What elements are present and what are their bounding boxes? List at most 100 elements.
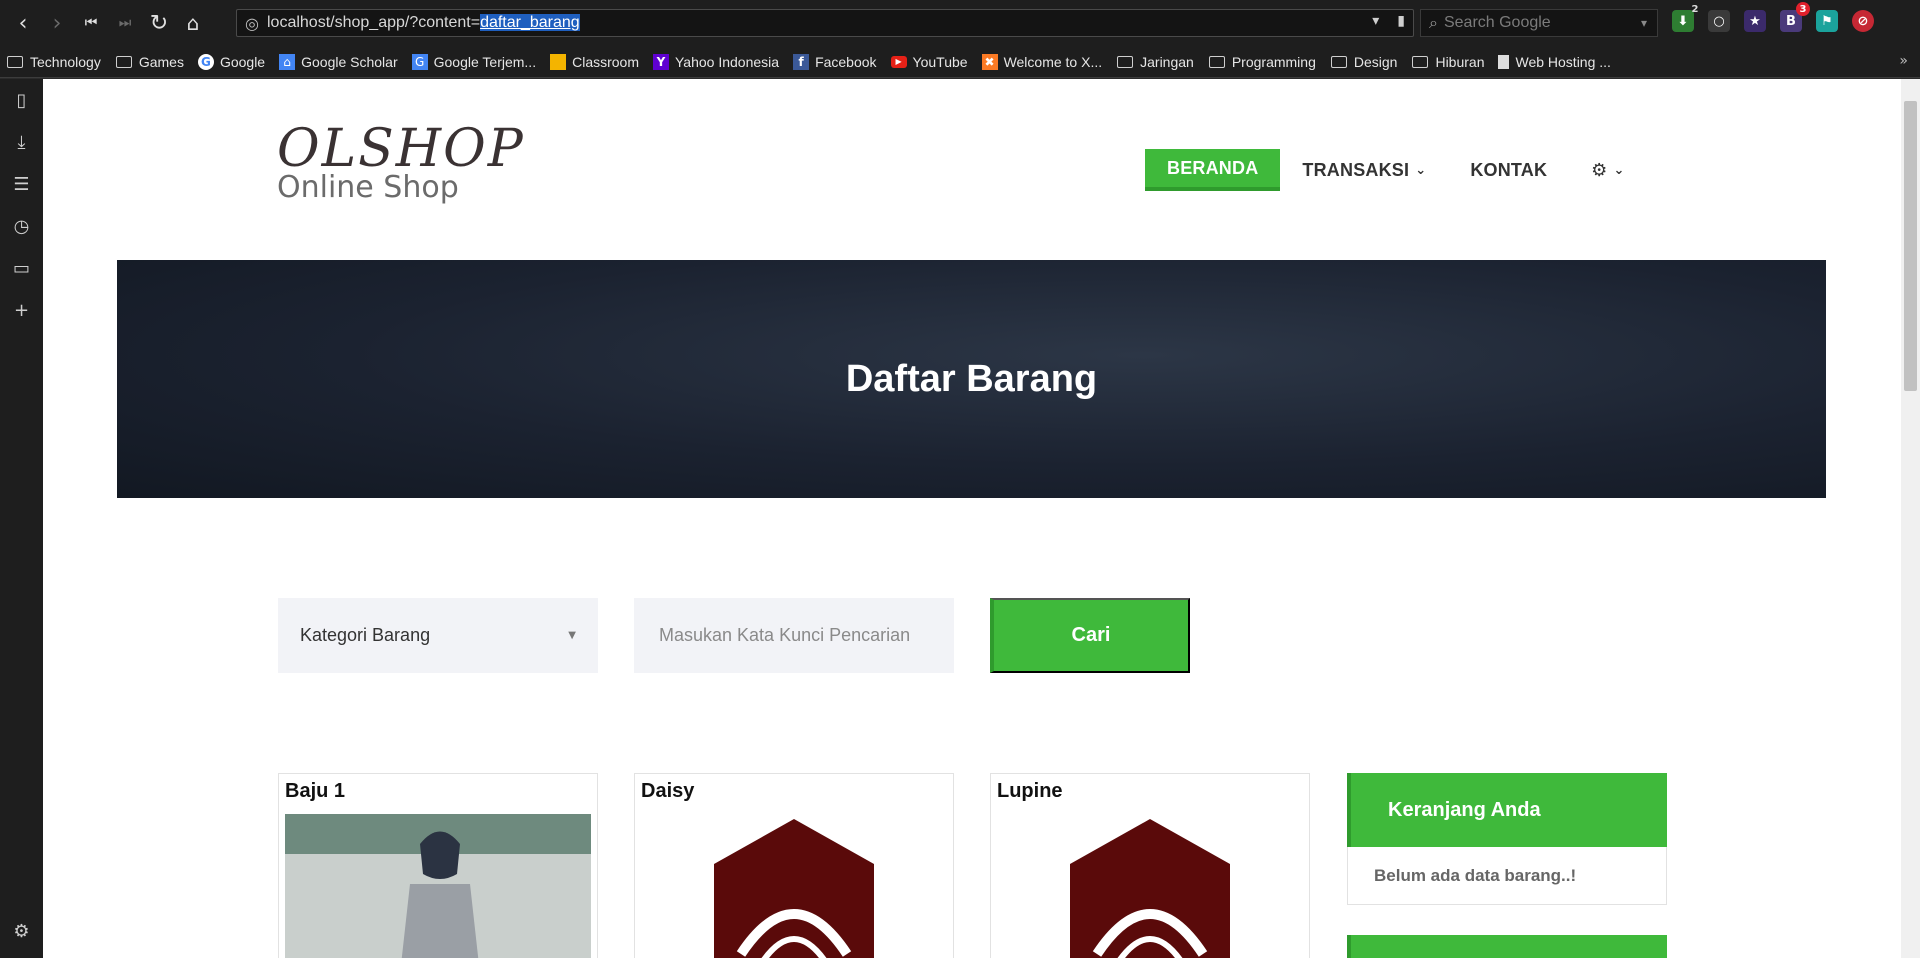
bookmark-games[interactable]: Games [115,54,184,70]
bookmark-jaringan[interactable]: Jaringan [1116,54,1194,70]
yahoo-icon: Y [653,53,669,70]
folder-icon [1208,54,1226,70]
bookmark-page-icon[interactable]: ▮ [1397,13,1405,29]
bookmark-programming[interactable]: Programming [1208,54,1316,70]
search-engine-chevron-icon[interactable]: ▾ [1641,16,1647,30]
twitch-extension-icon[interactable]: ★ [1744,10,1766,32]
add-panel-icon[interactable]: + [0,289,43,331]
url-text: localhost/shop_app/?content=daftar_baran… [267,14,580,32]
forward-icon[interactable]: › [40,6,74,40]
keyword-search-input[interactable] [634,598,954,673]
chevron-down-icon: ⌄ [1613,162,1625,178]
bookmark-label: Yahoo Indonesia [675,53,780,70]
bookmark-label: Welcome to X... [1003,53,1103,70]
download-badge: 2 [1691,3,1699,15]
bookmark-web-hosting[interactable]: Web Hosting ... [1498,53,1611,70]
dropdown-icon[interactable]: ▾ [1372,13,1379,29]
product-image[interactable] [285,814,591,958]
downloads-panel-icon[interactable]: ⤓ [0,121,43,163]
bookmark-label: Google Terjem... [433,53,537,70]
nav-transaksi[interactable]: TRANSAKSI ⌄ [1280,149,1448,191]
category-select[interactable]: Kategori Barang ▼ [278,598,598,673]
bookmark-design[interactable]: Design [1330,54,1397,70]
folder-icon [1330,54,1348,70]
bookmarks-panel-icon[interactable]: ▯ [0,79,43,121]
bookmark-technology[interactable]: Technology [6,54,101,70]
google-icon: G [197,53,214,70]
bookmark-hiburan[interactable]: Hiburan [1411,54,1484,70]
history-panel-icon[interactable]: ◷ [0,205,43,247]
bookmark-google-scholar[interactable]: ⌂ Google Scholar [279,53,398,70]
facebook-icon: f [793,53,810,70]
download-extension-icon[interactable]: ⬇ 2 [1672,4,1698,32]
product-image[interactable] [997,814,1303,958]
back-icon[interactable]: ‹ [6,6,40,40]
window-panel-icon[interactable]: ▭ [0,247,43,289]
bookmark-google-translate[interactable]: G Google Terjem... [411,53,537,70]
chevron-down-icon: ⌄ [1415,162,1427,178]
more-bookmarks-icon[interactable]: » [1899,53,1908,69]
nav-beranda[interactable]: BERANDA [1145,149,1281,191]
translate-icon: G [411,53,428,70]
bookmark-label: YouTube [912,53,968,70]
site-info-icon[interactable]: ◎ [237,14,267,33]
settings-gear-icon[interactable]: ⚙ [0,910,43,952]
bookmark-label: Hiburan [1435,53,1485,70]
b-extension-icon[interactable]: B3 [1780,2,1810,32]
nav-kontak[interactable]: KONTAK [1448,149,1569,191]
cart-empty-message: Belum ada data barang..! [1347,847,1667,905]
first-page-icon[interactable]: ⏮ [74,6,108,40]
search-icon: ⌕ [1429,13,1438,32]
product-name: Lupine [997,780,1063,802]
home-icon[interactable]: ⌂ [176,6,210,40]
blocker-extension-icon[interactable]: ⊘ [1852,10,1874,32]
page-icon [1498,54,1510,69]
folder-icon [115,54,133,70]
product-card[interactable]: Baju 1 [278,773,598,958]
product-name: Daisy [641,780,695,802]
search-google-placeholder: Search Google [1443,14,1551,31]
page-title: Daftar Barang [845,357,1098,400]
url-selected: daftar_barang [480,14,580,31]
address-bar[interactable]: ◎ localhost/shop_app/?content=daftar_bar… [236,9,1414,37]
bookmark-label: Programming [1231,53,1316,70]
last-page-icon[interactable]: ⏭ [108,6,142,40]
bookmark-youtube[interactable]: ▶ YouTube [890,53,968,70]
product-image[interactable] [641,814,947,958]
bookmark-yahoo[interactable]: Y Yahoo Indonesia [653,53,780,70]
browser-toolbar: ‹ › ⏮ ⏭ ↻ ⌂ ◎ localhost/shop_app/?conten… [0,0,1920,46]
classroom-icon [550,53,567,70]
product-card[interactable]: Daisy [634,773,954,958]
bookmark-label: Web Hosting ... [1515,53,1611,70]
search-button[interactable]: Cari [990,598,1190,673]
site-logo[interactable]: OLSHOP Online Shop [277,123,537,203]
youtube-icon: ▶ [890,55,907,68]
bookmark-label: Facebook [815,53,877,70]
reload-icon[interactable]: ↻ [142,6,176,40]
hero-banner: Daftar Barang [117,260,1826,498]
bookmark-label: Games [138,53,184,70]
bookmark-facebook[interactable]: f Facebook [793,53,877,70]
lightbulb-extension-icon[interactable]: ○ [1708,10,1730,32]
search-google-box[interactable]: ⌕ Search Google ▾ [1420,9,1658,37]
bookmark-google[interactable]: G Google [197,53,266,70]
xampp-icon: ✖ [981,53,998,70]
bookmark-xampp[interactable]: ✖ Welcome to X... [981,53,1103,70]
b-extension-badge: 3 [1796,2,1810,16]
select-arrow-icon: ▼ [568,630,576,641]
bookmark-label: Jaringan [1140,53,1194,70]
extension-icons: ⬇ 2 ○ ★ B3 ⚑ ⊘ [1672,2,1874,32]
url-prefix: localhost/shop_app/?content= [267,14,481,31]
scrollbar-thumb[interactable] [1904,101,1917,391]
product-card[interactable]: Lupine [990,773,1310,958]
bookmark-label: Google [219,53,266,70]
folder-icon [1411,54,1429,70]
nav-transaksi-label: TRANSAKSI [1302,159,1410,180]
logo-main-text: OLSHOP [277,119,525,179]
page-scrollbar[interactable] [1901,79,1920,958]
flag-extension-icon[interactable]: ⚑ [1816,10,1838,32]
notes-panel-icon[interactable]: ☰ [0,163,43,205]
nav-settings[interactable]: ⚙ ⌄ [1569,149,1646,191]
bookmark-classroom[interactable]: Classroom [550,53,639,70]
category-select-value: Kategori Barang [300,625,431,645]
